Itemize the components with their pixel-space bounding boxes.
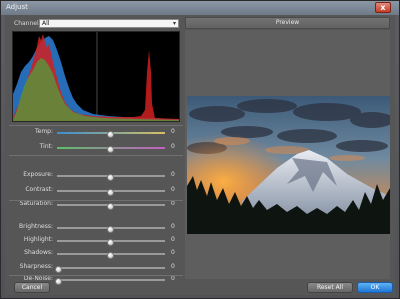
dialog-content: Channels All ▾ Temp: 0 Tint: 0 Exposure: 0 Con… bbox=[5, 15, 395, 295]
sharpness-slider-handle[interactable] bbox=[55, 266, 62, 273]
sharpness-value: 0 bbox=[171, 263, 175, 270]
exposure-slider-handle[interactable] bbox=[107, 174, 114, 181]
chevron-down-icon: ▾ bbox=[172, 20, 176, 27]
highlight-slider[interactable] bbox=[57, 239, 165, 246]
saturation-slider[interactable] bbox=[57, 203, 165, 210]
shadows-slider-handle[interactable] bbox=[107, 252, 114, 259]
sharpness-label: Sharpness: bbox=[19, 263, 53, 270]
divider bbox=[9, 200, 183, 201]
contrast-slider-handle[interactable] bbox=[107, 189, 114, 196]
channels-label: Channels bbox=[14, 20, 42, 27]
saturation-value: 0 bbox=[171, 200, 175, 207]
highlight-label: Highlight: bbox=[23, 236, 53, 243]
histogram-graph bbox=[13, 32, 179, 121]
tint-value: 0 bbox=[171, 143, 175, 150]
exposure-label: Exposure: bbox=[23, 171, 53, 178]
close-button[interactable]: x bbox=[375, 2, 391, 13]
brightness-label: Brightness: bbox=[19, 223, 53, 230]
tint-label: Tint: bbox=[39, 143, 53, 150]
slider-row-tint: Tint: 0 bbox=[5, 143, 185, 153]
highlight-value: 0 bbox=[171, 236, 175, 243]
contrast-label: Contrast: bbox=[25, 186, 53, 193]
shadows-label: Shadows: bbox=[24, 249, 53, 256]
slider-row-brightness: Brightness: 0 bbox=[5, 223, 185, 233]
temp-slider-handle[interactable] bbox=[107, 131, 114, 138]
channels-dropdown[interactable]: All ▾ bbox=[39, 19, 179, 28]
saturation-slider-handle[interactable] bbox=[107, 203, 114, 210]
preview-image bbox=[187, 96, 390, 234]
de-noise-value: 0 bbox=[171, 275, 175, 282]
preview-header: Preview bbox=[185, 17, 390, 29]
sharpness-slider[interactable] bbox=[55, 266, 165, 273]
window-title: Adjust bbox=[6, 3, 28, 11]
reset-all-button[interactable]: Reset All bbox=[307, 282, 353, 293]
temp-value: 0 bbox=[171, 128, 175, 135]
preview-panel bbox=[185, 30, 390, 279]
exposure-slider[interactable] bbox=[57, 174, 165, 181]
shadows-slider[interactable] bbox=[57, 252, 165, 259]
contrast-value: 0 bbox=[171, 186, 175, 193]
de-noise-slider[interactable] bbox=[55, 278, 165, 285]
slider-row-saturation: Saturation: 0 bbox=[5, 200, 185, 210]
slider-row-exposure: Exposure: 0 bbox=[5, 171, 185, 181]
temp-slider[interactable] bbox=[57, 131, 165, 138]
slider-row-contrast: Contrast: 0 bbox=[5, 186, 185, 196]
de-noise-label: De-Noise: bbox=[23, 275, 53, 282]
exposure-value: 0 bbox=[171, 171, 175, 178]
temp-label: Temp: bbox=[34, 128, 53, 135]
tint-slider-handle[interactable] bbox=[107, 146, 114, 153]
divider bbox=[9, 155, 183, 156]
close-icon: x bbox=[380, 3, 386, 12]
slider-row-shadows: Shadows: 0 bbox=[5, 249, 185, 259]
divider bbox=[9, 125, 183, 126]
brightness-slider-handle[interactable] bbox=[107, 226, 114, 233]
shadows-value: 0 bbox=[171, 249, 175, 256]
brightness-value: 0 bbox=[171, 223, 175, 230]
brightness-slider[interactable] bbox=[57, 226, 165, 233]
highlight-slider-handle[interactable] bbox=[107, 239, 114, 246]
cancel-button[interactable]: Cancel bbox=[14, 282, 50, 293]
slider-row-highlight: Highlight: 0 bbox=[5, 236, 185, 246]
channels-selected-value: All bbox=[42, 20, 50, 27]
slider-row-sharpness: Sharpness: 0 bbox=[5, 263, 185, 273]
divider bbox=[9, 275, 183, 276]
slider-row-temp: Temp: 0 bbox=[5, 128, 185, 138]
contrast-slider[interactable] bbox=[57, 189, 165, 196]
tint-slider[interactable] bbox=[57, 146, 165, 153]
de-noise-slider-handle[interactable] bbox=[55, 278, 62, 285]
title-bar[interactable]: Adjust x bbox=[1, 1, 399, 15]
adjust-dialog: Adjust x Channels All ▾ Temp: 0 Tint: 0 Expo… bbox=[0, 0, 400, 299]
saturation-label: Saturation: bbox=[19, 200, 53, 207]
histogram bbox=[12, 31, 180, 122]
ok-button[interactable]: OK bbox=[357, 282, 393, 293]
